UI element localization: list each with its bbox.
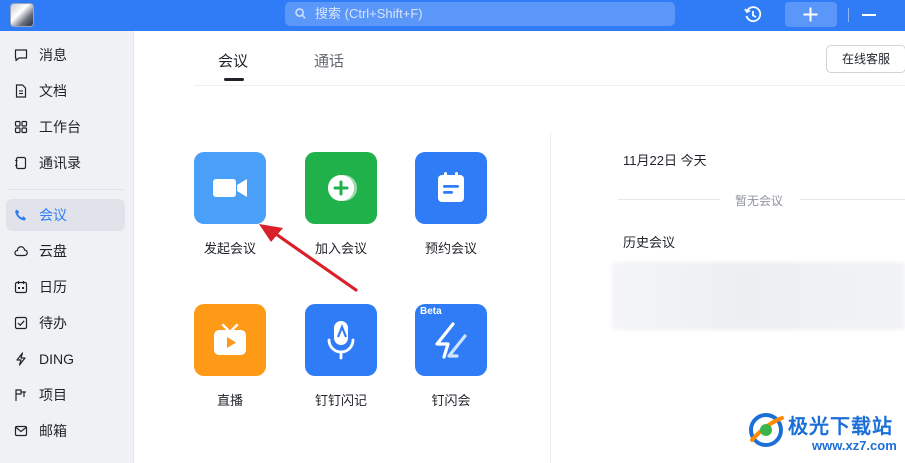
sidebar-item-label: 邮箱 [39,423,67,439]
project-icon [15,389,26,401]
tabs-divider [194,85,905,86]
join-plus-icon [328,175,357,201]
join-meeting-button[interactable] [305,152,377,224]
checkbox-icon [14,316,28,330]
ding-flash-meeting-label: 钉闪会 [431,393,471,408]
sidebar-item-ding[interactable]: DING [6,343,125,375]
chat-icon [14,49,28,62]
sidebar-item-workbench[interactable]: 工作台 [6,111,125,143]
sidebar-item-label: 待办 [39,315,67,331]
minimize-button[interactable] [862,14,876,16]
calendar-schedule-icon [438,172,464,202]
app-window: 搜索 (Ctrl+Shift+F) 消息 文档 工作台 通讯录 会议 云盘 日历… [0,0,905,463]
sidebar-item-meeting[interactable]: 会议 [6,199,125,231]
tv-play-icon [214,323,246,355]
sidebar-divider [8,189,124,190]
sidebar-item-label: 会议 [39,207,67,223]
mail-icon [14,425,28,437]
empty-divider-right [800,199,905,200]
online-support-button[interactable]: 在线客服 [826,45,905,73]
sidebar-item-label: 云盘 [39,243,67,259]
sidebar-item-label: 消息 [39,47,67,63]
calendar-icon [14,281,28,294]
sidebar-item-docs[interactable]: 文档 [6,75,125,107]
sidebar-item-cloud[interactable]: 云盘 [6,235,125,267]
sidebar-item-contacts[interactable]: 通讯录 [6,147,125,179]
title-bar: 搜索 (Ctrl+Shift+F) [0,0,905,31]
panel-divider [550,133,551,463]
contacts-icon [15,156,27,170]
lightning-icon [16,352,26,366]
sidebar-item-label: 工作台 [39,119,81,135]
history-meetings-title: 历史会议 [623,235,676,250]
microphone-icon [327,321,355,360]
video-camera-icon [213,179,247,197]
avatar[interactable] [10,3,34,27]
annotation-arrow [259,224,358,292]
sidebar-item-todo[interactable]: 待办 [6,307,125,339]
schedule-meeting-label: 预约会议 [424,241,477,256]
tab-active-indicator [224,78,244,81]
tab-call[interactable]: 通话 [314,50,344,71]
watermark-url: www.xz7.com [812,438,897,453]
history-icon[interactable] [742,4,764,26]
grid-icon [14,120,28,134]
sidebar-item-messages[interactable]: 消息 [6,39,125,71]
sidebar-item-mail[interactable]: 邮箱 [6,415,125,447]
sidebar-item-label: 文档 [39,83,67,99]
plus-icon [803,7,818,22]
sidebar-item-calendar[interactable]: 日历 [6,271,125,303]
sidebar-item-projects[interactable]: 项目 [6,379,125,411]
empty-divider-left [618,199,720,200]
ding-flash-meeting-button[interactable]: Beta [415,304,487,376]
phone-icon [15,209,27,221]
live-stream-label: 直播 [216,393,243,408]
dingding-notes-label: 钉钉闪记 [314,393,367,408]
schedule-meeting-button[interactable] [415,152,487,224]
sidebar-item-label: 通讯录 [39,155,81,171]
tab-meeting[interactable]: 会议 [218,50,248,71]
sidebar-item-label: 项目 [39,387,67,403]
document-icon [15,84,27,98]
no-meetings-text: 暂无会议 [735,194,784,208]
watermark-title: 极光下载站 [788,416,893,438]
create-button[interactable] [785,2,837,27]
site-logo-icon [749,413,784,447]
watermark: 极光下载站 www.xz7.com [746,408,897,460]
search-input[interactable]: 搜索 (Ctrl+Shift+F) [285,2,675,26]
search-placeholder: 搜索 (Ctrl+Shift+F) [315,6,423,21]
sidebar-item-label: DING [39,351,74,367]
history-meetings-list[interactable] [612,262,905,330]
search-icon [295,8,306,19]
sidebar-item-label: 日历 [39,279,67,295]
start-meeting-button[interactable] [194,152,266,224]
dingding-notes-button[interactable] [305,304,377,376]
schedule-date: 11月22日 今天 [623,153,707,168]
live-stream-button[interactable] [194,304,266,376]
sidebar: 消息 文档 工作台 通讯录 会议 云盘 日历 待办 DING 项目 邮箱 [0,31,134,463]
toolbar-divider [848,8,849,22]
cloud-icon [14,246,28,257]
beta-badge: Beta [420,306,442,317]
